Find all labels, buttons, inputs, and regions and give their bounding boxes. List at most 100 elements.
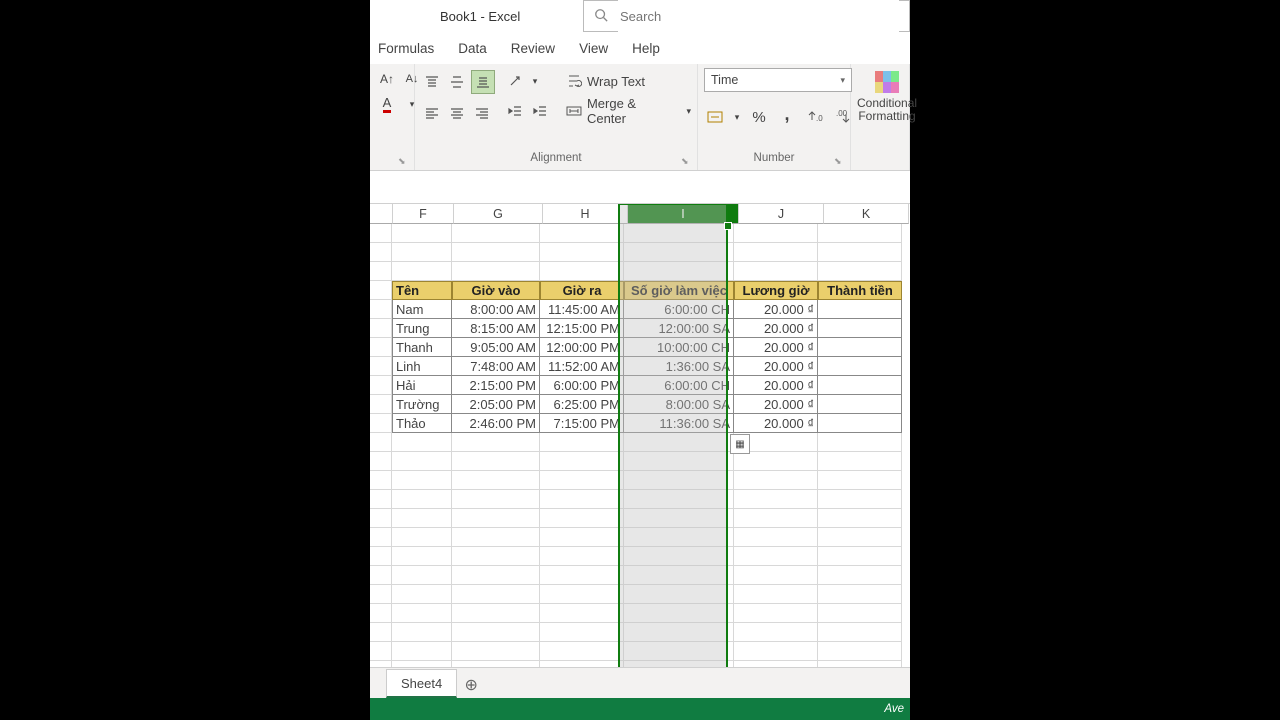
grid-row[interactable]: Thảo2:46:00 PM7:15:00 PM11:36:00 SA20.00… [370,414,910,433]
column-header-F[interactable]: F [393,204,454,224]
table-cell[interactable]: 1:36:00 SA [624,357,734,376]
empty-cell[interactable] [624,566,734,585]
table-cell[interactable]: 20.000 ₫ [734,338,818,357]
empty-cell[interactable] [392,528,452,547]
grid-row[interactable]: Trung8:15:00 AM12:15:00 PM12:00:00 SA20.… [370,319,910,338]
empty-cell[interactable] [734,547,818,566]
align-right-button[interactable] [471,102,493,124]
table-header[interactable]: Thành tiền [818,281,902,300]
table-cell[interactable]: 6:00:00 CH [624,376,734,395]
number-dialog-launcher[interactable]: ⬊ [834,156,846,168]
empty-cell[interactable] [818,509,902,528]
table-cell[interactable]: 8:15:00 AM [452,319,540,338]
table-header[interactable]: Lương giờ [734,281,818,300]
wrap-text-button[interactable]: Wrap Text [566,70,691,92]
grid-row[interactable]: Thanh9:05:00 AM12:00:00 PM10:00:00 CH20.… [370,338,910,357]
empty-cell[interactable] [818,452,902,471]
empty-cell[interactable] [624,262,734,281]
empty-cell[interactable] [624,433,734,452]
empty-cell[interactable] [392,243,452,262]
empty-cell[interactable] [392,224,452,243]
tab-data[interactable]: Data [458,41,487,56]
search-box[interactable] [583,0,910,32]
number-format-dropdown[interactable]: Time▾ [704,68,852,92]
empty-cell[interactable] [540,566,624,585]
table-header[interactable]: Số giờ làm việc [624,281,734,300]
empty-cell[interactable] [540,262,624,281]
table-header[interactable]: Giờ vào [452,281,540,300]
empty-cell[interactable] [452,243,540,262]
table-cell[interactable]: 20.000 ₫ [734,395,818,414]
empty-cell[interactable] [452,661,540,667]
column-header-J[interactable]: J [739,204,824,224]
empty-cell[interactable] [734,623,818,642]
empty-cell[interactable] [818,224,902,243]
grid-row[interactable] [370,471,910,490]
table-cell[interactable] [818,319,902,338]
empty-cell[interactable] [452,509,540,528]
empty-cell[interactable] [734,243,818,262]
empty-cell[interactable] [540,623,624,642]
empty-cell[interactable] [392,642,452,661]
table-cell[interactable]: 6:00:00 PM [540,376,624,395]
accounting-format-button[interactable] [704,106,726,128]
selection-handle[interactable] [724,222,732,230]
empty-cell[interactable] [734,224,818,243]
grid-row[interactable] [370,490,910,509]
orientation-button[interactable] [504,70,526,92]
table-cell[interactable]: 7:48:00 AM [452,357,540,376]
empty-cell[interactable] [540,433,624,452]
table-header[interactable]: Giờ ra [540,281,624,300]
empty-cell[interactable] [452,452,540,471]
table-cell[interactable]: 20.000 ₫ [734,357,818,376]
empty-cell[interactable] [452,433,540,452]
align-bottom-button[interactable] [471,70,495,94]
grid-row[interactable] [370,585,910,604]
empty-cell[interactable] [818,604,902,623]
grid-row[interactable] [370,528,910,547]
grid-row[interactable] [370,433,910,452]
alignment-dialog-launcher[interactable]: ⬊ [681,156,693,168]
accounting-dropdown[interactable]: ▾ [732,106,742,128]
merge-center-button[interactable]: Merge & Center ▾ [566,100,691,122]
orientation-dropdown[interactable]: ▾ [529,70,541,92]
empty-cell[interactable] [624,661,734,667]
empty-cell[interactable] [818,547,902,566]
font-dialog-launcher[interactable]: ⬊ [398,156,410,168]
table-cell[interactable]: 20.000 ₫ [734,319,818,338]
empty-cell[interactable] [540,528,624,547]
grid-row[interactable] [370,243,910,262]
column-header-K[interactable]: K [824,204,909,224]
empty-cell[interactable] [624,224,734,243]
table-cell[interactable] [818,414,902,433]
search-input[interactable] [618,0,899,32]
table-cell[interactable]: 2:05:00 PM [452,395,540,414]
empty-cell[interactable] [540,224,624,243]
table-cell[interactable]: 6:25:00 PM [540,395,624,414]
empty-cell[interactable] [392,452,452,471]
table-cell[interactable]: 20.000 ₫ [734,376,818,395]
empty-cell[interactable] [452,528,540,547]
empty-cell[interactable] [392,623,452,642]
column-headers[interactable]: FGHIJK [370,204,910,224]
empty-cell[interactable] [540,509,624,528]
empty-cell[interactable] [392,433,452,452]
table-cell[interactable] [818,395,902,414]
table-cell[interactable]: 2:15:00 PM [452,376,540,395]
percent-button[interactable]: % [748,106,770,128]
table-cell[interactable] [818,300,902,319]
empty-cell[interactable] [818,262,902,281]
empty-cell[interactable] [540,661,624,667]
align-center-button[interactable] [446,102,468,124]
empty-cell[interactable] [540,243,624,262]
empty-cell[interactable] [624,528,734,547]
empty-cell[interactable] [734,452,818,471]
worksheet-grid[interactable]: FGHIJK TênGiờ vàoGiờ raSố giờ làm việcLư… [370,204,910,667]
grid-row[interactable] [370,547,910,566]
empty-cell[interactable] [624,452,734,471]
empty-cell[interactable] [452,604,540,623]
table-cell[interactable] [818,357,902,376]
tab-help[interactable]: Help [632,41,660,56]
table-cell[interactable]: 12:00:00 PM [540,338,624,357]
table-cell[interactable]: Hải [392,376,452,395]
